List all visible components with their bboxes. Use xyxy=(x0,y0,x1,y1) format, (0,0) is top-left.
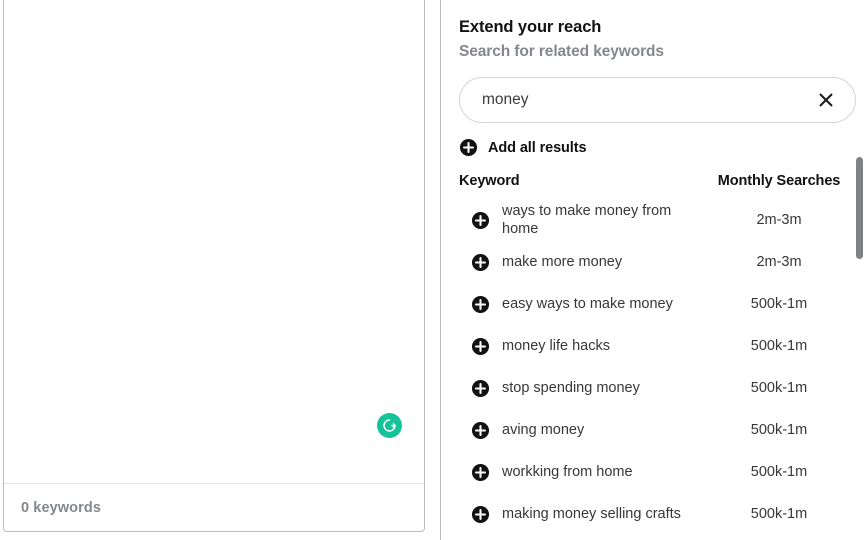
table-row[interactable]: easy ways to make money 500k-1m xyxy=(459,283,854,325)
results-scrollbar-thumb[interactable] xyxy=(856,157,863,259)
monthly-searches-value: 500k-1m xyxy=(750,464,808,480)
keyword-count-footer: 0 keywords xyxy=(4,483,424,531)
keyword-label: making money selling crafts xyxy=(502,506,681,522)
keyword-label: easy ways to make money xyxy=(502,296,673,312)
keyword-count-label: 0 keywords xyxy=(21,499,101,516)
plus-circle-icon[interactable] xyxy=(471,505,490,524)
results-scrollbar[interactable] xyxy=(856,0,864,540)
close-x-icon xyxy=(819,93,833,107)
plus-circle-icon[interactable] xyxy=(471,421,490,440)
table-header-row: Keyword Monthly Searches xyxy=(459,173,854,199)
plus-circle-icon[interactable] xyxy=(471,253,490,272)
keyword-label: ways to make money from home xyxy=(502,203,672,237)
monthly-searches-value: 500k-1m xyxy=(750,338,808,354)
panel-title: Extend your reach xyxy=(459,18,602,36)
keyword-label: make more money xyxy=(502,254,623,270)
keyword-cell: make more money xyxy=(459,253,704,272)
monthly-searches-value: 500k-1m xyxy=(750,422,808,438)
column-header-monthly-searches: Monthly Searches xyxy=(717,173,841,189)
clear-search-button[interactable] xyxy=(815,89,837,111)
keyword-label: aving money xyxy=(502,422,585,438)
add-all-results-label: Add all results xyxy=(488,139,587,156)
extend-reach-panel: Extend your reach Search for related key… xyxy=(440,0,868,540)
plus-circle-icon[interactable] xyxy=(471,463,490,482)
keyword-cell: workking from home xyxy=(459,463,704,482)
panel-subtitle: Search for related keywords xyxy=(459,43,664,60)
keyword-search-box[interactable] xyxy=(459,77,856,123)
monthly-searches-value: 2m-3m xyxy=(756,212,802,228)
keyword-cell: money life hacks xyxy=(459,337,704,356)
plus-circle-icon[interactable] xyxy=(471,379,490,398)
keyword-search-input[interactable] xyxy=(482,91,815,109)
table-row[interactable]: aving money 500k-1m xyxy=(459,409,854,451)
plus-circle-icon[interactable] xyxy=(471,295,490,314)
plus-circle-icon[interactable] xyxy=(471,211,490,230)
table-body: ways to make money from home 2m-3m make mo… xyxy=(459,199,854,540)
plus-circle-icon[interactable] xyxy=(471,337,490,356)
keyword-cell: ways to make money from home xyxy=(459,202,704,238)
monthly-searches-value: 500k-1m xyxy=(750,296,808,312)
keyword-cell: stop spending money xyxy=(459,379,704,398)
keyword-cell: easy ways to make money xyxy=(459,295,704,314)
keyword-cell: aving money xyxy=(459,421,704,440)
keyword-label: money life hacks xyxy=(502,338,610,354)
keyword-cell: making money selling crafts xyxy=(459,505,704,524)
keyword-label: workking from home xyxy=(502,464,633,480)
keyword-list-panel: 0 keywords xyxy=(3,0,425,532)
monthly-searches-value: 2m-3m xyxy=(756,254,802,270)
table-row[interactable]: extra money ideas500k-1m xyxy=(459,535,854,540)
monthly-searches-value: 500k-1m xyxy=(750,380,808,396)
column-header-keyword: Keyword xyxy=(459,173,520,189)
table-row[interactable]: stop spending money 500k-1m xyxy=(459,367,854,409)
related-keywords-table: Keyword Monthly Searches ways to make mo… xyxy=(459,173,854,540)
plus-circle-icon xyxy=(459,138,478,157)
table-row[interactable]: workking from home 500k-1m xyxy=(459,451,854,493)
monthly-searches-value: 500k-1m xyxy=(750,506,808,522)
keyword-label: stop spending money xyxy=(502,380,640,396)
grammarly-logo-icon[interactable] xyxy=(377,413,402,438)
table-row[interactable]: ways to make money from home 2m-3m xyxy=(459,199,854,241)
table-row[interactable]: make more money 2m-3m xyxy=(459,241,854,283)
keyword-list-empty-area xyxy=(4,0,424,483)
add-all-results-button[interactable]: Add all results xyxy=(459,138,587,157)
table-row[interactable]: money life hacks 500k-1m xyxy=(459,325,854,367)
table-row[interactable]: making money selling crafts 500k-1m xyxy=(459,493,854,535)
app-screen: 0 keywords Extend your reach Search for … xyxy=(0,0,868,540)
